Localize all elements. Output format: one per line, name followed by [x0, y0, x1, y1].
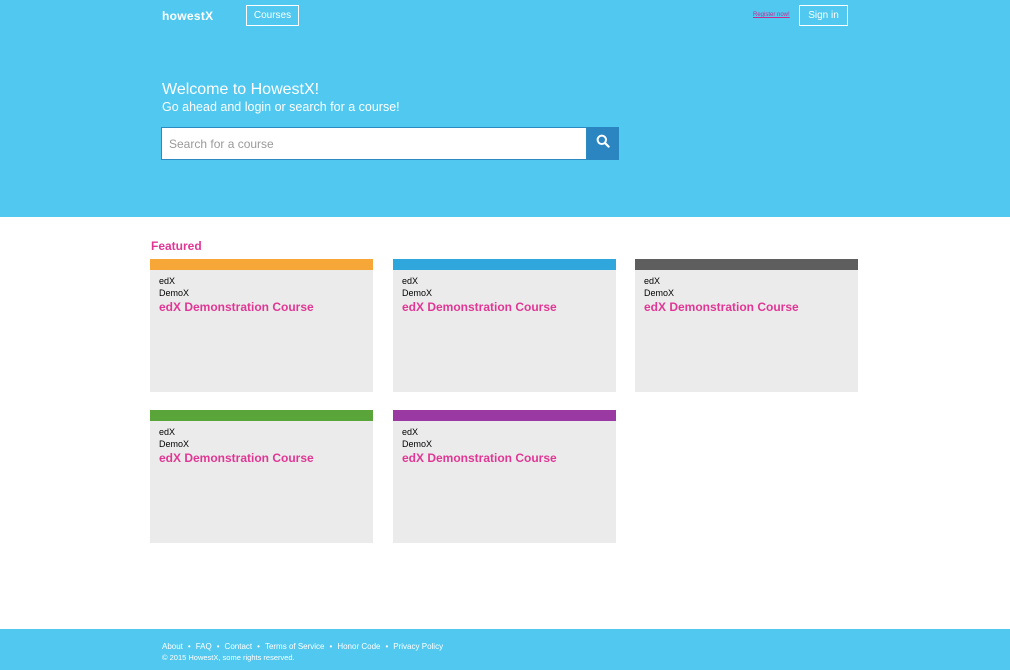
course-title[interactable]: edX Demonstration Course — [159, 451, 314, 465]
course-code: DemoX — [644, 288, 675, 298]
footer-separator: • — [385, 642, 389, 651]
copyright-text: © 2015 HowestX, some rights reserved. — [162, 653, 295, 662]
search-button[interactable] — [587, 127, 619, 160]
course-code: DemoX — [402, 288, 433, 298]
hero-banner: howestX Courses Register now! Sign in We… — [0, 0, 1010, 217]
course-org: edX — [402, 427, 419, 437]
sign-in-button[interactable]: Sign in — [799, 5, 848, 26]
footer-separator: • — [216, 642, 220, 651]
course-code: DemoX — [159, 439, 190, 449]
course-search-input[interactable] — [161, 127, 587, 160]
card-color-bar — [150, 410, 373, 421]
course-title[interactable]: edX Demonstration Course — [644, 300, 799, 314]
footer-separator: • — [257, 642, 260, 651]
card-color-bar — [393, 259, 616, 270]
course-card[interactable]: edX DemoX edX Demonstration Course — [150, 259, 373, 392]
course-code: DemoX — [402, 439, 433, 449]
featured-heading: Featured — [151, 239, 202, 253]
course-org: edX — [644, 276, 661, 286]
card-color-bar — [635, 259, 858, 270]
course-card[interactable]: edX DemoX edX Demonstration Course — [150, 410, 373, 543]
footer-links: About • FAQ • Contact • Terms of Service… — [162, 642, 443, 651]
site-logo[interactable]: howestX — [162, 9, 213, 23]
welcome-subtitle: Go ahead and login or search for a cours… — [162, 100, 400, 114]
course-org: edX — [159, 276, 176, 286]
footer-link-faq[interactable]: FAQ — [196, 642, 212, 651]
footer-link-honor-code[interactable]: Honor Code — [337, 642, 380, 651]
course-title[interactable]: edX Demonstration Course — [159, 300, 314, 314]
search-icon — [596, 134, 610, 153]
course-code: DemoX — [159, 288, 190, 298]
footer-separator: • — [329, 642, 333, 651]
course-org: edX — [402, 276, 419, 286]
register-link[interactable]: Register now! — [753, 12, 790, 18]
course-org: edX — [159, 427, 176, 437]
footer-link-terms[interactable]: Terms of Service — [265, 642, 325, 651]
courses-button[interactable]: Courses — [246, 5, 299, 26]
welcome-title: Welcome to HowestX! — [162, 81, 320, 98]
footer-link-about[interactable]: About — [162, 642, 183, 651]
page-footer: About • FAQ • Contact • Terms of Service… — [0, 629, 1010, 670]
course-card[interactable]: edX DemoX edX Demonstration Course — [635, 259, 858, 392]
footer-separator: • — [187, 642, 191, 651]
footer-link-privacy[interactable]: Privacy Policy — [393, 642, 443, 651]
course-card[interactable]: edX DemoX edX Demonstration Course — [393, 259, 616, 392]
course-title[interactable]: edX Demonstration Course — [402, 451, 557, 465]
footer-link-contact[interactable]: Contact — [225, 642, 253, 651]
course-card[interactable]: edX DemoX edX Demonstration Course — [393, 410, 616, 543]
card-color-bar — [393, 410, 616, 421]
course-title[interactable]: edX Demonstration Course — [402, 300, 557, 314]
card-color-bar — [150, 259, 373, 270]
